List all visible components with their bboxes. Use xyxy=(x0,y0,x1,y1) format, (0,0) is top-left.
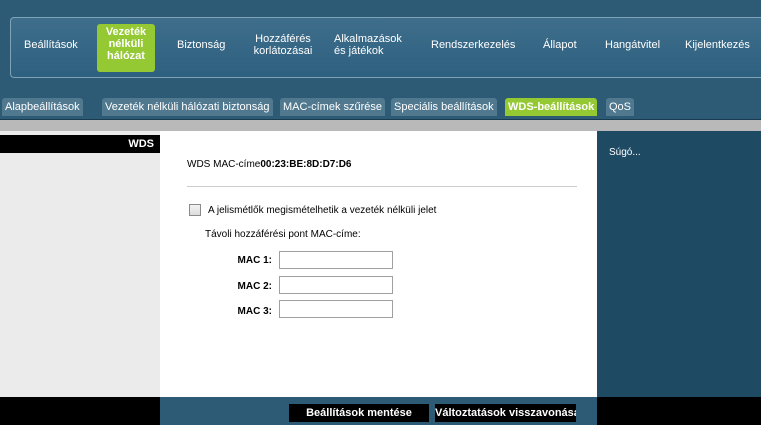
help-panel: Súgó... xyxy=(597,131,761,403)
remote-ap-mac-label: Távoli hozzáférési pont MAC-címe: xyxy=(205,229,361,240)
section-title: WDS xyxy=(0,135,160,153)
nav-item-voice[interactable]: Hangátvitel xyxy=(605,39,660,51)
mac1-label: MAC 1: xyxy=(237,255,272,266)
nav-item-settings[interactable]: Beállítások xyxy=(24,39,78,51)
content-divider xyxy=(187,186,577,187)
tab-mac-filter[interactable]: MAC-címek szűrése xyxy=(280,98,386,116)
cancel-changes-button[interactable]: Változtatások visszavonása xyxy=(435,404,576,422)
nav-item-logout[interactable]: Kijelentkezés xyxy=(685,39,750,51)
help-link[interactable]: Súgó... xyxy=(609,147,641,158)
repeat-signal-label: A jelismétlők megismételhetik a vezeték … xyxy=(208,205,437,216)
nav-item-administration[interactable]: Rendszerkezelés xyxy=(431,39,515,51)
nav-item-status[interactable]: Állapot xyxy=(543,39,577,51)
wds-mac-value: 00:23:BE:8D:D7:D6 xyxy=(260,159,352,170)
mac2-label: MAC 2: xyxy=(237,281,272,292)
nav-item-access-restrictions[interactable]: Hozzáférés korlátozásai xyxy=(248,33,318,57)
mac2-input[interactable] xyxy=(279,276,393,294)
tab-qos[interactable]: QoS xyxy=(606,98,635,116)
tab-basic-settings[interactable]: Alapbeállítások xyxy=(2,98,83,116)
tab-wds-settings[interactable]: WDS-beállítások xyxy=(505,98,598,116)
left-column xyxy=(0,131,160,403)
tab-advanced-settings[interactable]: Speciális beállítások xyxy=(391,98,497,116)
mac1-input[interactable] xyxy=(279,251,393,269)
save-settings-button[interactable]: Beállítások mentése xyxy=(289,404,429,422)
wds-mac-label: WDS MAC-címe xyxy=(187,159,261,170)
wds-mac-row: WDS MAC-címe00:23:BE:8D:D7:D6 xyxy=(187,159,351,170)
repeat-signal-checkbox[interactable] xyxy=(189,204,201,216)
nav-item-security[interactable]: Biztonság xyxy=(177,39,225,51)
tab-wireless-security[interactable]: Vezeték nélküli hálózati biztonság xyxy=(102,98,273,116)
nav-item-apps-games[interactable]: Alkalmazások és játékok xyxy=(334,33,414,57)
mac3-label: MAC 3: xyxy=(237,306,272,317)
nav-item-wireless[interactable]: Vezeték nélküli hálózat xyxy=(97,24,155,72)
mac3-input[interactable] xyxy=(279,300,393,318)
separator-band xyxy=(0,120,761,131)
